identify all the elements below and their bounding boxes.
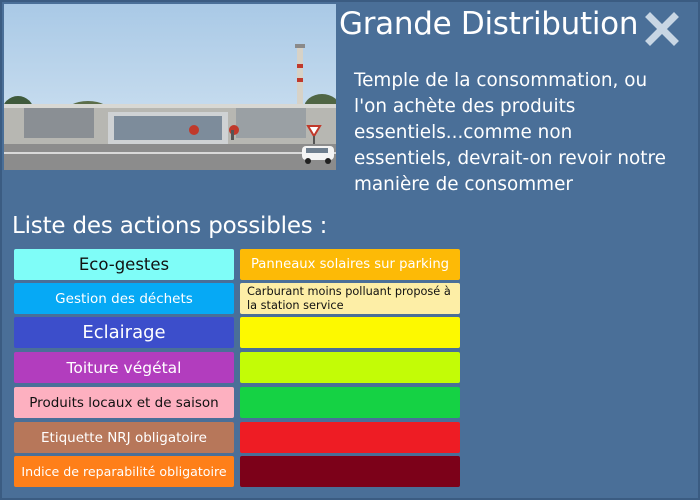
action-label: Toiture végétal xyxy=(66,358,182,377)
action-gestion-dechets[interactable]: Gestion des déchets xyxy=(14,283,234,314)
action-label: Eclairage xyxy=(82,322,166,343)
description-text: Temple de la consommation, ou l'on achèt… xyxy=(354,70,666,195)
action-label: Produits locaux et de saison xyxy=(29,394,219,411)
slot-6[interactable] xyxy=(240,422,460,453)
section-title: Liste des actions possibles : xyxy=(12,213,328,239)
action-label: Etiquette NRJ obligatoire xyxy=(41,429,207,446)
store-photo xyxy=(4,4,336,170)
slot-text: Carburant moins polluant proposé à la st… xyxy=(247,284,451,312)
action-eco-gestes[interactable]: Eco-gestes xyxy=(14,249,234,280)
slot-1[interactable]: Panneaux solaires sur parking xyxy=(240,249,460,280)
slot-text: Panneaux solaires sur parking xyxy=(250,257,450,272)
action-label: Gestion des déchets xyxy=(55,290,193,307)
action-label: Eco-gestes xyxy=(78,255,170,274)
slot-3[interactable] xyxy=(240,317,460,348)
action-indice-reparabilite[interactable]: Indice de reparabilité obligatoire xyxy=(14,456,234,487)
action-etiquette-nrj[interactable]: Etiquette NRJ obligatoire xyxy=(14,422,234,453)
slot-7[interactable] xyxy=(240,456,460,487)
action-produits-locaux[interactable]: Produits locaux et de saison xyxy=(14,387,234,418)
close-icon[interactable] xyxy=(645,12,679,46)
slot-2[interactable]: Carburant moins polluant proposé à la st… xyxy=(240,283,460,314)
slot-4[interactable] xyxy=(240,352,460,383)
page-title: Grande Distribution xyxy=(339,6,639,42)
action-label: Indice de reparabilité obligatoire xyxy=(21,464,227,479)
action-toiture-vegetal[interactable]: Toiture végétal xyxy=(14,352,234,383)
slot-5[interactable] xyxy=(240,387,460,418)
action-eclairage[interactable]: Eclairage xyxy=(14,317,234,348)
